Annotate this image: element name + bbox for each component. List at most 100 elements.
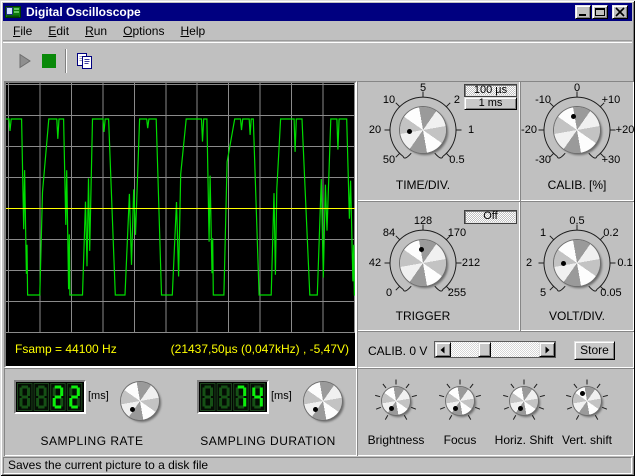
- store-button[interactable]: Store: [574, 341, 615, 360]
- vert-shift-label: Vert. shift: [562, 433, 612, 447]
- maximize-icon: [594, 7, 606, 17]
- trigger-tick-128: 128: [414, 215, 432, 227]
- calib-tick--10: -10: [535, 94, 551, 106]
- minimize-button[interactable]: [575, 5, 591, 19]
- trigger-off-button[interactable]: Off: [464, 210, 517, 224]
- rate-label: SAMPLING RATE: [41, 434, 144, 448]
- trigger-tick-84: 84: [383, 227, 395, 239]
- calibration-row: CALIB. 0 V Store: [357, 331, 634, 368]
- brightness-knob-indicator-dot: [389, 406, 394, 411]
- duration-digits: [199, 382, 267, 412]
- rate-unit: [ms]: [88, 390, 109, 402]
- calib-knob-indicator-dot: [571, 114, 576, 119]
- menu-item-file[interactable]: File: [5, 22, 40, 40]
- menu-item-help[interactable]: Help: [172, 22, 213, 40]
- rate-display: [14, 380, 86, 414]
- stop-icon: [41, 53, 57, 69]
- focus-label: Focus: [444, 433, 477, 447]
- horiz-shift-label: Horiz. Shift: [495, 433, 554, 447]
- menu-item-run[interactable]: Run: [77, 22, 115, 40]
- close-icon: [614, 7, 626, 17]
- minimize-icon: [577, 7, 589, 17]
- status-text: Saves the current picture to a disk file: [8, 458, 208, 472]
- timediv-label: TIME/DIV.: [396, 178, 450, 192]
- trigger-tick-0: 0: [386, 287, 392, 299]
- voltdiv-tick-2: 2: [526, 257, 532, 269]
- menu-item-options[interactable]: Options: [115, 22, 172, 40]
- status-bar: Saves the current picture to a disk file: [3, 457, 632, 474]
- sampling-panel: [ms] SAMPLING RATE [ms] SAMPLING DURATION: [4, 368, 357, 456]
- scrollbar-right-button[interactable]: [539, 342, 555, 357]
- timediv-tick-0.5: 0.5: [449, 154, 464, 166]
- timediv-tick-10: 10: [383, 94, 395, 106]
- time-unit-1ms-button[interactable]: 1 ms: [464, 97, 517, 110]
- calib-tick--30: -30: [535, 154, 551, 166]
- run-button[interactable]: [14, 50, 36, 72]
- maximize-button[interactable]: [592, 5, 608, 19]
- timediv-tick-5: 5: [420, 82, 426, 94]
- timediv-tick-20: 20: [369, 124, 381, 136]
- app-icon: [5, 5, 21, 19]
- close-button[interactable]: [612, 5, 628, 19]
- toolbar-separator: [65, 49, 67, 73]
- calib-tick--20: -20: [521, 124, 537, 136]
- trigger-label: TRIGGER: [396, 309, 451, 323]
- duration-label: SAMPLING DURATION: [200, 434, 336, 448]
- calib-knob[interactable]: [554, 107, 600, 153]
- brightness-knob[interactable]: [382, 387, 410, 415]
- trigger-tick-42: 42: [369, 257, 381, 269]
- time-unit-100us-button[interactable]: 100 µs: [464, 84, 517, 97]
- knob-group-timediv: 50 20 10 5 2 1 0.5 TIME/DIV. 100 µs1 ms: [357, 81, 520, 201]
- display-adjust-panel: Brightness Focus Horiz. Shift Vert. shift: [357, 368, 634, 456]
- voltdiv-tick-5: 5: [540, 287, 546, 299]
- toolbar: [3, 42, 632, 79]
- calib-scrollbar[interactable]: [434, 341, 556, 358]
- duration-display: [197, 380, 269, 414]
- cursor-readout: (21437,50µs (0,047kHz) , -5,47V): [171, 342, 349, 356]
- scrollbar-thumb[interactable]: [478, 342, 491, 357]
- timediv-knob-indicator-dot: [407, 129, 412, 134]
- voltdiv-tick-0.5: 0.5: [569, 215, 584, 227]
- menu-item-edit[interactable]: Edit: [40, 22, 77, 40]
- rate-digits: [16, 382, 84, 412]
- duration-knob[interactable]: [304, 382, 342, 420]
- voltdiv-tick-1: 1: [540, 227, 546, 239]
- trigger-tick-255: 255: [448, 287, 466, 299]
- knob-group-trigger: 0 42 84 128 170 212 255 TRIGGER Off: [357, 201, 520, 331]
- copy-icon: [76, 53, 94, 70]
- play-icon: [18, 53, 32, 69]
- scope-screen[interactable]: [6, 83, 355, 366]
- window-title: Digital Oscilloscope: [26, 5, 141, 19]
- calib-tick-+10: +10: [602, 94, 621, 106]
- calib-voltage-label: CALIB. 0 V: [368, 344, 427, 358]
- calib-tick-+20: +20: [616, 124, 635, 136]
- voltdiv-label: VOLT/DIV.: [549, 309, 605, 323]
- left-arrow-icon: [439, 346, 447, 354]
- stop-button[interactable]: [38, 50, 60, 72]
- scope-panel: Fsamp = 44100 Hz (21437,50µs (0,047kHz) …: [4, 81, 357, 368]
- timediv-tick-50: 50: [383, 154, 395, 166]
- timediv-tick-2: 2: [454, 94, 460, 106]
- app-window: Digital Oscilloscope FileEditRunOptionsH…: [0, 0, 635, 476]
- trigger-tick-212: 212: [462, 257, 480, 269]
- duration-unit: [ms]: [271, 390, 292, 402]
- right-arrow-icon: [543, 346, 551, 354]
- calib-tick-0: 0: [574, 82, 580, 94]
- trigger-tick-170: 170: [448, 227, 466, 239]
- focus-knob[interactable]: [446, 387, 474, 415]
- voltdiv-tick-0.2: 0.2: [603, 227, 618, 239]
- horiz-shift-knob-indicator-dot: [518, 406, 523, 411]
- menu-bar: FileEditRunOptionsHelp: [3, 22, 632, 41]
- copy-button[interactable]: [74, 50, 96, 72]
- voltdiv-tick-0.05: 0.05: [600, 287, 621, 299]
- horiz-shift-knob[interactable]: [510, 387, 538, 415]
- trigger-knob-indicator-dot: [419, 247, 424, 252]
- timediv-tick-1: 1: [468, 124, 474, 136]
- vert-shift-knob[interactable]: [573, 387, 601, 415]
- title-bar[interactable]: Digital Oscilloscope: [3, 3, 632, 21]
- rate-knob[interactable]: [121, 382, 159, 420]
- scrollbar-left-button[interactable]: [435, 342, 451, 357]
- voltdiv-tick-0.1: 0.1: [617, 257, 632, 269]
- knob-group-voltdiv: 5 2 1 0.5 0.2 0.1 0.05 VOLT/DIV.: [520, 201, 634, 331]
- brightness-label: Brightness: [368, 433, 425, 447]
